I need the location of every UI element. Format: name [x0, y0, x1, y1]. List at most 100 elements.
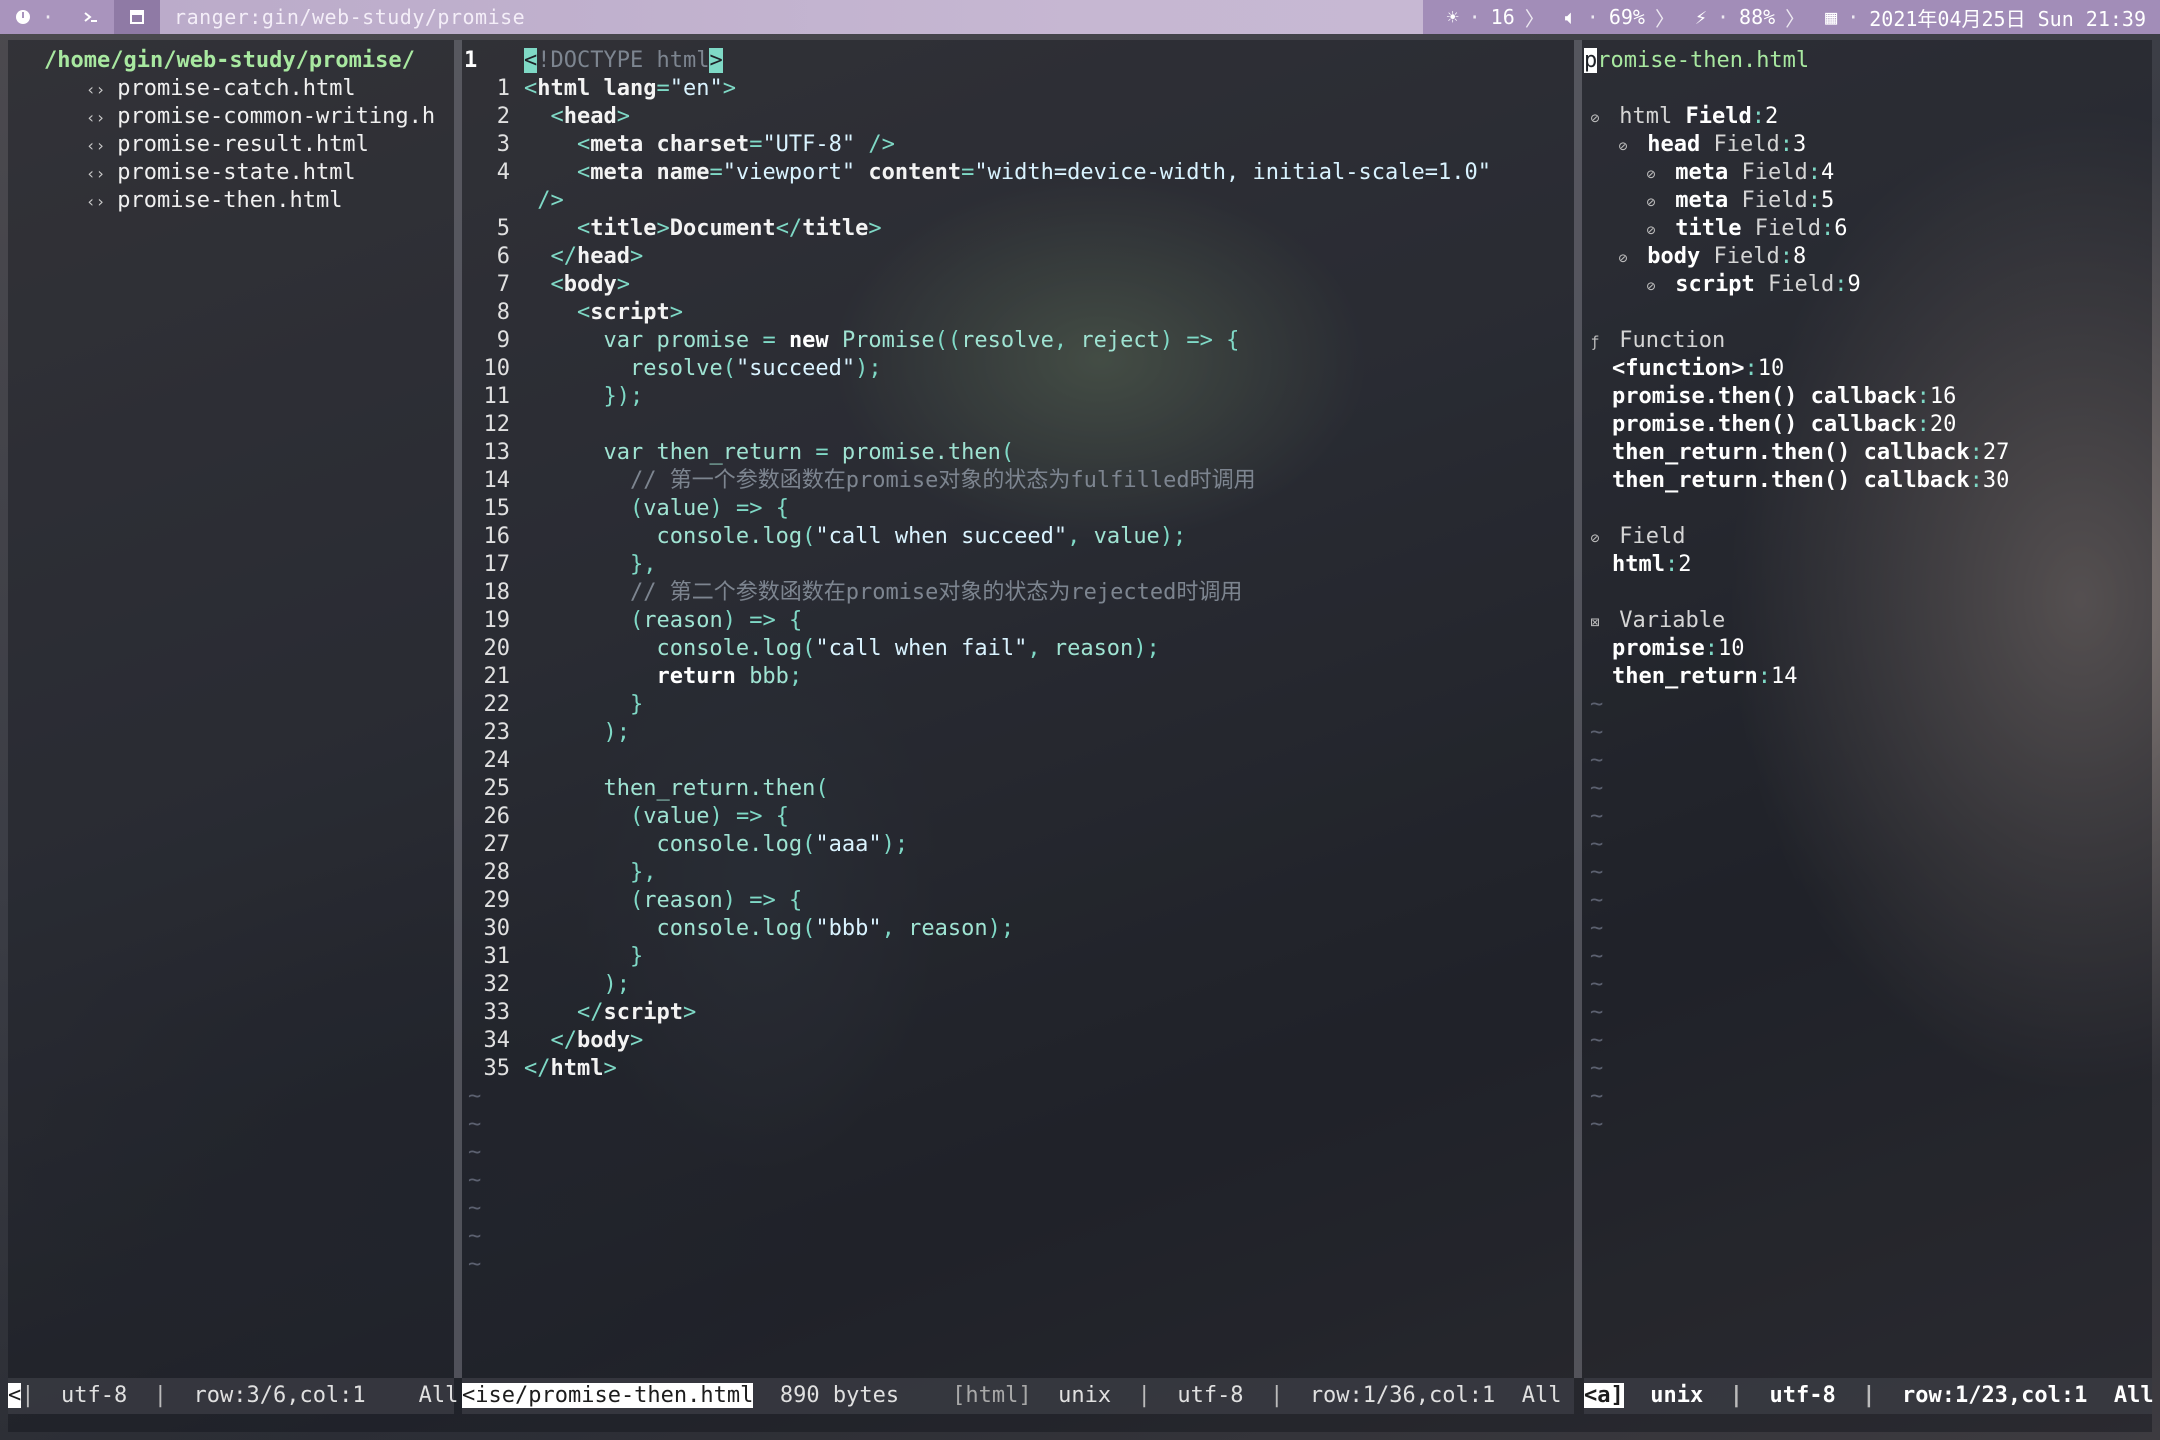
outline-item[interactable]: ⊘ meta Field:4: [1584, 159, 2152, 187]
file-explorer-pane[interactable]: /home/gin/web-study/promise/ ‹› promise-c…: [8, 40, 454, 1378]
symbol-name: script: [1675, 272, 1755, 297]
mode-indicator: <: [8, 1383, 22, 1408]
battery-value: 88%: [1739, 5, 1776, 29]
code-line: 22 }: [483, 692, 644, 717]
code-line: 35 </html>: [483, 1056, 617, 1081]
code-line: 4 <meta name="viewport" content="width=d…: [496, 160, 1491, 185]
outline-item[interactable]: promise.then() callback:20: [1584, 411, 2152, 439]
symbol-outline-pane[interactable]: promise-then.html ⊘ html Field:2 ⊘ head F…: [1584, 40, 2152, 1378]
outline-item[interactable]: ⊘ meta Field:5: [1584, 187, 2152, 215]
line-number: 10: [1717, 636, 1745, 661]
brightness-icon: ☀: [1446, 5, 1459, 29]
code-line: 31 }: [483, 944, 644, 969]
symbol-kind: Field: [1713, 244, 1780, 269]
file-format: unix: [1650, 1383, 1704, 1408]
line-number: 9: [1847, 272, 1861, 297]
outline-item[interactable]: then_return:14: [1584, 663, 2152, 691]
outline-item[interactable]: ⊘ body Field:8: [1584, 243, 2152, 271]
separator: :: [1916, 384, 1930, 409]
datetime: 2021年04月25日 Sun 21:39: [1869, 6, 2146, 31]
outline-groups: ƒ Function <function>:10 promise.then() ca…: [1584, 299, 2152, 691]
symbol-name: title: [1675, 216, 1742, 241]
group-title: Function: [1619, 328, 1726, 353]
code-line: 28 },: [483, 860, 657, 885]
scroll-position: All: [2113, 1383, 2154, 1408]
line-number: 14: [1770, 664, 1798, 689]
volume-widget[interactable]: 🔈︎ · 69% 〉: [1555, 3, 1685, 32]
code-lines: 1 <!DOCTYPE html> 1 <html lang="en"> 2 <he…: [462, 47, 1574, 1083]
outline-item[interactable]: html:2: [1584, 551, 2152, 579]
separator: :: [1779, 132, 1793, 157]
code-line: 3 <meta charset="UTF-8" />: [496, 132, 895, 157]
calendar-icon: ▦: [1825, 5, 1838, 29]
symbol-name: body: [1647, 244, 1701, 269]
field-icon: ⊘: [1618, 249, 1628, 267]
current-line-number: 1: [464, 48, 478, 73]
outline-item[interactable]: ⊘ script Field:9: [1584, 271, 2152, 299]
field-icon: ⊘: [1646, 221, 1656, 239]
outline-group-header[interactable]: ⊠ Variable: [1584, 607, 2152, 635]
code-comment: // 第二个参数函数在promise对象的状态为rejected时调用: [629, 580, 1243, 605]
file-type: [html]: [952, 1383, 1032, 1408]
file-code-icon: ‹›: [86, 164, 106, 183]
separator: :: [1969, 468, 1983, 493]
terminal-icon[interactable]: [68, 0, 114, 34]
symbol-name: meta: [1675, 160, 1729, 185]
file-item[interactable]: ‹› promise-then.html: [8, 187, 454, 215]
outline-item[interactable]: then_return.then() callback:27: [1584, 439, 2152, 467]
battery-widget[interactable]: ⚡ · 88% 〉: [1685, 3, 1815, 32]
line-number: 5: [1820, 188, 1835, 213]
separator: :: [1807, 188, 1821, 213]
file-item[interactable]: ‹› promise-catch.html: [8, 75, 454, 103]
outline-item[interactable]: promise.then() callback:16: [1584, 383, 2152, 411]
separator: :: [1751, 104, 1765, 129]
brightness-widget[interactable]: ☀ · 16 〉: [1437, 3, 1555, 32]
variable-icon: ⊠: [1590, 613, 1600, 631]
pane-divider[interactable]: [454, 40, 462, 1378]
empty-line-marker: ~: [468, 1168, 482, 1193]
cursor-position: row:1/36,col:1: [1309, 1383, 1496, 1408]
line-number: 4: [1820, 160, 1835, 185]
separator: :: [1916, 412, 1930, 437]
empty-line-marker: ~: [468, 1084, 482, 1109]
separator: :: [1820, 216, 1835, 241]
symbol-name: then_return.then() callback: [1612, 440, 1970, 465]
symbol-name: promise.then() callback: [1612, 384, 1917, 409]
cursor-position: row:3/6,col:1: [193, 1383, 366, 1408]
file-item[interactable]: ‹› promise-result.html: [8, 131, 454, 159]
circle-dot-icon[interactable]: ·: [0, 0, 68, 34]
file-code-icon: ‹›: [86, 80, 106, 99]
outline-item[interactable]: ⊘ title Field:6: [1584, 215, 2152, 243]
code-line: 33 </script>: [483, 1000, 697, 1025]
line-number: 20: [1929, 412, 1957, 437]
empty-line-marker: ~: [1590, 888, 1604, 913]
file-name: promise-result.html: [117, 132, 369, 157]
line-number: 2: [1678, 552, 1692, 577]
empty-line-marker: ~: [1590, 1028, 1604, 1053]
outline-group-header[interactable]: ƒ Function: [1584, 327, 2152, 355]
outline-item[interactable]: ⊘ html Field:2: [1584, 103, 2152, 131]
file-item[interactable]: ‹› promise-common-writing.h: [8, 103, 454, 131]
outline-item[interactable]: promise:10: [1584, 635, 2152, 663]
clock-widget[interactable]: ▦ · 2021年04月25日 Sun 21:39: [1815, 3, 2160, 32]
code-line: 6 </head>: [496, 244, 644, 269]
code-line: 17 },: [483, 552, 657, 577]
pane-divider[interactable]: [1574, 40, 1582, 1378]
symbol-kind: Field: [1767, 272, 1835, 297]
code-editor-pane[interactable]: 1 <!DOCTYPE html> 1 <html lang="en"> 2 <he…: [462, 40, 1574, 1378]
outline-item[interactable]: ⊘ head Field:3: [1584, 131, 2152, 159]
code-line: 27 console.log("aaa");: [483, 832, 909, 857]
code-line: 24: [483, 748, 511, 773]
code-line: 20 console.log("call when fail", reason)…: [483, 636, 1160, 661]
code-line: 11 });: [483, 384, 644, 409]
outline-item[interactable]: <function>:10: [1584, 355, 2152, 383]
code-line: 19 (reason) => {: [483, 608, 803, 633]
code-line: 5 <title>Document</title>: [496, 216, 882, 241]
code-line: 23 );: [483, 720, 630, 745]
doctype: !DOCTYPE html: [537, 48, 710, 73]
empty-line-marker: ~: [1590, 860, 1604, 885]
file-item[interactable]: ‹› promise-state.html: [8, 159, 454, 187]
window-icon[interactable]: [114, 0, 161, 34]
outline-item[interactable]: then_return.then() callback:30: [1584, 467, 2152, 495]
outline-group-header[interactable]: ⊘ Field: [1584, 523, 2152, 551]
